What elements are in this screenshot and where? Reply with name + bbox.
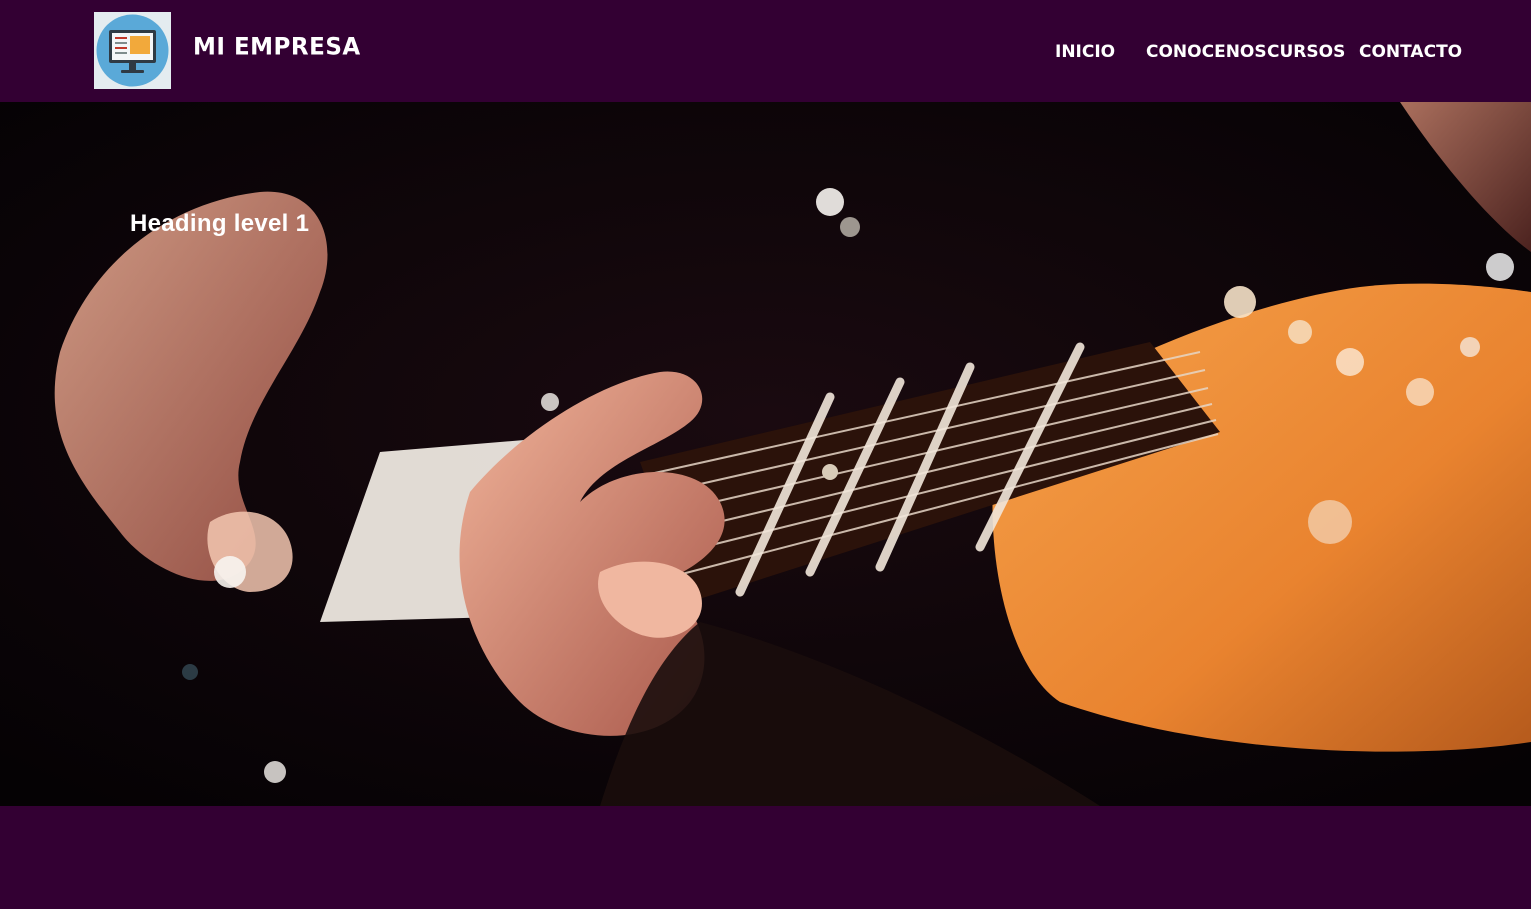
- nav-item-inicio[interactable]: INICIO: [1055, 42, 1115, 62]
- hero-heading: Heading level 1: [130, 210, 310, 237]
- nav-item-contacto[interactable]: CONTACTO: [1359, 42, 1462, 62]
- nav-item-conocenos[interactable]: CONOCENOS: [1146, 42, 1267, 62]
- bottom-band: [0, 806, 1531, 909]
- hero-guitar-image: [0, 102, 1531, 806]
- nav-item-cursos[interactable]: CURSOS: [1267, 42, 1345, 62]
- main-nav: INICIO CONOCENOS CURSOS CONTACTO: [0, 42, 1531, 66]
- site-header: MI EMPRESA INICIO CONOCENOS CURSOS CONTA…: [0, 0, 1531, 102]
- hero-banner: Heading level 1: [0, 102, 1531, 806]
